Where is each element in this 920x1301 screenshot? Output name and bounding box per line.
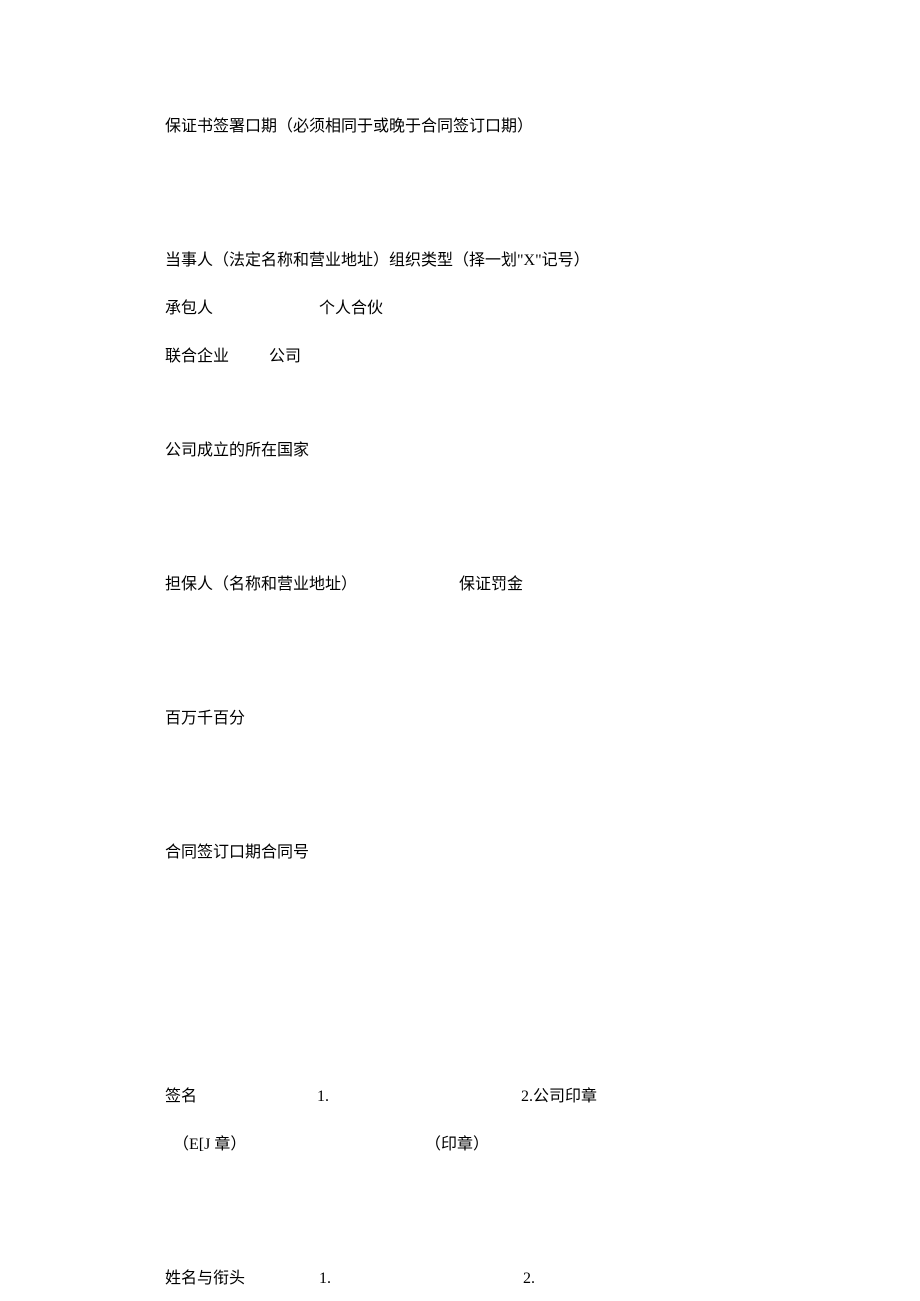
contract-date-number-line: 合同签订口期合同号 xyxy=(165,841,755,865)
signature-line: 签名 1. 2.公司印章 xyxy=(165,1085,755,1109)
contractor-line: 承包人 个人合伙 xyxy=(165,297,755,321)
contractor-label: 承包人 xyxy=(165,297,315,321)
guarantor-label: 担保人（名称和营业地址） xyxy=(165,573,455,597)
party-org-type-line: 当事人（法定名称和营业地址）组织类型（择一划"X"记号） xyxy=(165,249,755,273)
company-label: 公司 xyxy=(269,348,301,365)
seal-line: （E[J 章） （印章） xyxy=(165,1133,755,1157)
signature-label: 签名 xyxy=(165,1085,313,1109)
bond-date-note: 保证书签署口期（必须相同于或晚于合同签订口期） xyxy=(165,115,755,139)
name-title-two: 2. xyxy=(523,1270,535,1287)
bond-date-text: 保证书签署口期（必须相同于或晚于合同签订口期） xyxy=(165,118,533,135)
company-country-text: 公司成立的所在国家 xyxy=(165,442,309,459)
party-org-type-text: 当事人（法定名称和营业地址）组织类型（择一划"X"记号） xyxy=(165,252,590,269)
seal-two: （印章） xyxy=(425,1136,489,1153)
company-country-line: 公司成立的所在国家 xyxy=(165,439,755,463)
penalty-label: 保证罚金 xyxy=(459,576,523,593)
individual-partnership-label: 个人合伙 xyxy=(319,300,383,317)
amount-units-text: 百万千百分 xyxy=(165,710,245,727)
guarantor-line: 担保人（名称和营业地址） 保证罚金 xyxy=(165,573,755,597)
name-title-line: 姓名与衔头 1. 2. xyxy=(165,1267,755,1291)
joint-venture-line: 联合企业 公司 xyxy=(165,345,755,369)
name-title-label: 姓名与衔头 xyxy=(165,1267,315,1291)
signature-one: 1. xyxy=(317,1085,517,1109)
signature-two-seal: 2.公司印章 xyxy=(521,1088,597,1105)
seal-one: （E[J 章） xyxy=(173,1133,421,1157)
name-title-one: 1. xyxy=(319,1267,519,1291)
joint-venture-label: 联合企业 xyxy=(165,345,265,369)
amount-units-line: 百万千百分 xyxy=(165,707,755,731)
contract-date-number-text: 合同签订口期合同号 xyxy=(165,844,309,861)
